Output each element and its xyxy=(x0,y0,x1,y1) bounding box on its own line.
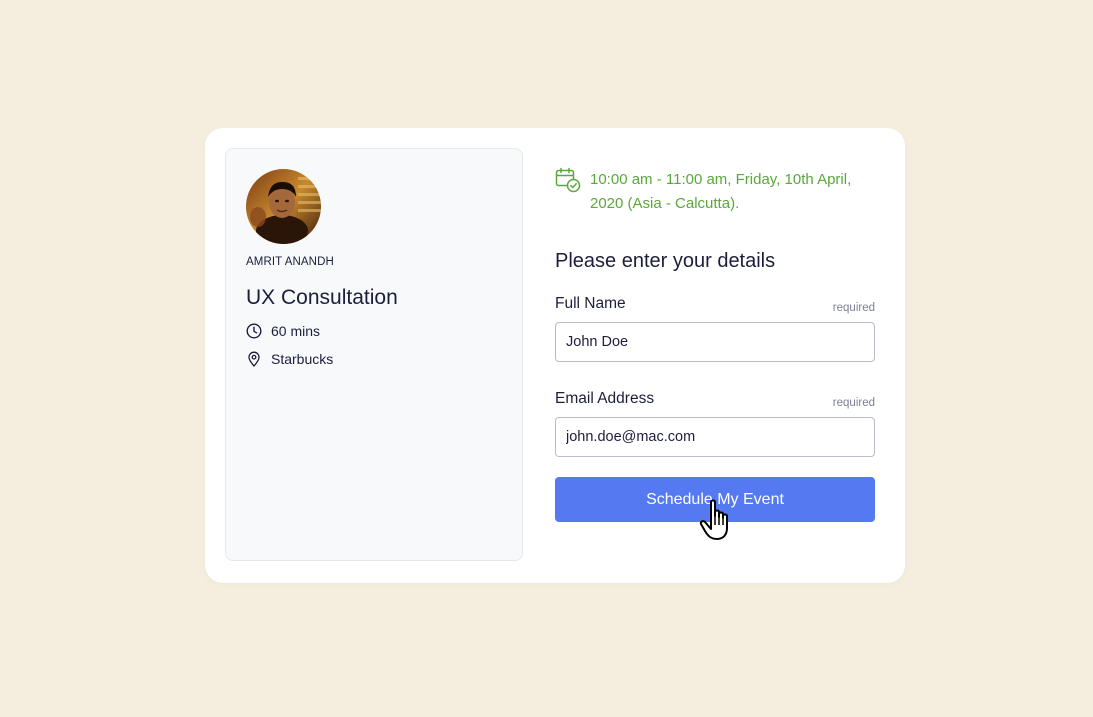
email-input[interactable] xyxy=(555,417,875,457)
email-required-hint: required xyxy=(832,397,875,409)
booking-card: AMRIT ANANDH UX Consultation 60 mins Sta… xyxy=(205,128,905,583)
host-avatar xyxy=(246,169,321,244)
email-label: Email Address xyxy=(555,390,655,407)
location-label: Starbucks xyxy=(271,351,334,367)
full-name-required-hint: required xyxy=(832,302,875,314)
host-avatar-photo xyxy=(246,169,321,244)
details-form-panel: 10:00 am - 11:00 am, Friday, 10th April,… xyxy=(555,128,875,583)
event-datetime: 10:00 am - 11:00 am, Friday, 10th April,… xyxy=(555,167,875,216)
full-name-input[interactable] xyxy=(555,322,875,362)
datetime-text: 10:00 am - 11:00 am, Friday, 10th April,… xyxy=(590,171,852,212)
event-title: UX Consultation xyxy=(246,286,398,309)
host-name: AMRIT ANANDH xyxy=(246,256,334,268)
map-pin-icon xyxy=(246,351,262,367)
duration-label: 60 mins xyxy=(271,323,321,339)
clock-icon xyxy=(246,323,262,339)
event-location: Starbucks xyxy=(246,351,333,367)
schedule-event-button[interactable]: Schedule My Event xyxy=(555,477,875,522)
calendar-check-icon xyxy=(555,167,581,193)
form-heading: Please enter your details xyxy=(555,250,776,272)
event-duration: 60 mins xyxy=(246,323,320,339)
full-name-label: Full Name xyxy=(555,295,626,312)
event-summary-panel: AMRIT ANANDH UX Consultation 60 mins Sta… xyxy=(225,148,523,561)
